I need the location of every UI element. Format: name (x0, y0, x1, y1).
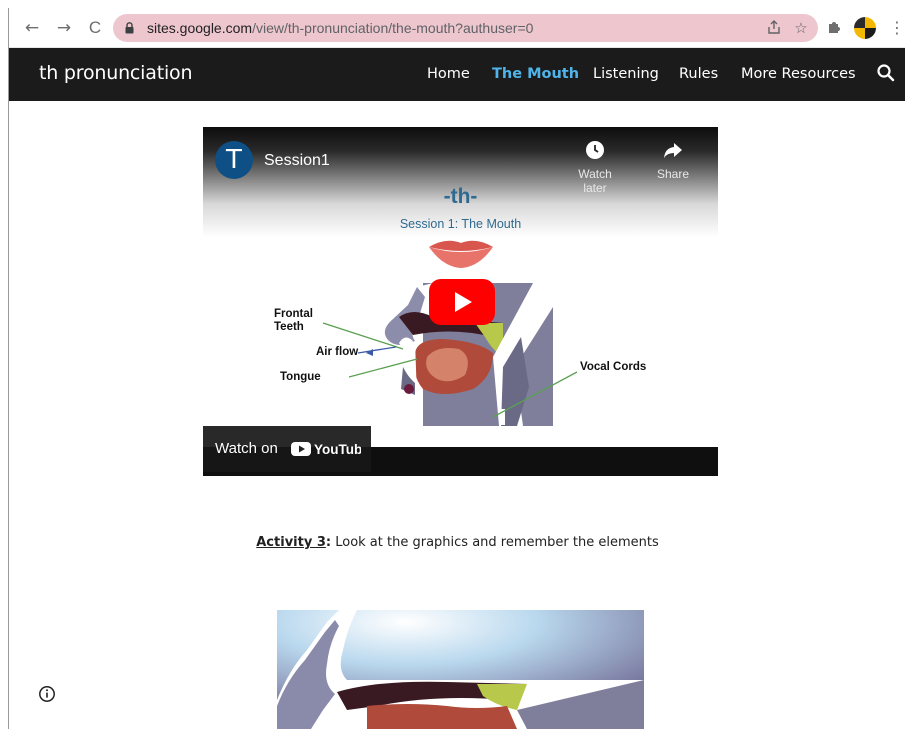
activity-instruction: Activity 3: Look at the graphics and rem… (9, 535, 905, 550)
watch-later-button[interactable]: Watch later (565, 139, 625, 195)
nav-the-mouth[interactable]: The Mouth (492, 66, 579, 82)
clock-icon (586, 141, 604, 159)
forward-button[interactable]: → (53, 17, 75, 39)
share-arrow-icon (664, 143, 682, 158)
label-air-flow: Air flow (316, 346, 359, 358)
youtube-embed[interactable]: Frontal Teeth Air flow Tongue Vocal Cords… (203, 127, 718, 476)
nav-rules[interactable]: Rules (679, 66, 718, 82)
mouth-graphic-image (277, 610, 644, 729)
watch-on-youtube-button[interactable]: Watch on YouTube (203, 426, 371, 472)
info-icon[interactable] (38, 685, 56, 703)
label-vocal-cords: Vocal Cords (580, 361, 647, 373)
label-frontal: Frontal (274, 308, 313, 320)
youtube-wordmark: YouTube (314, 442, 361, 457)
activity-text: Look at the graphics and remember the el… (331, 535, 659, 550)
browser-menu-icon[interactable]: ⋮ (889, 17, 905, 39)
play-button-icon[interactable] (429, 279, 495, 325)
extensions-puzzle-icon[interactable] (825, 19, 843, 37)
browser-toolbar: ← → C sites.google.com/view/th-pronuncia… (9, 8, 905, 48)
site-header: th pronunciation Home The Mouth Listenin… (9, 48, 905, 101)
watch-later-label: Watch later (578, 167, 612, 195)
site-title[interactable]: th pronunciation (39, 62, 193, 84)
address-bar[interactable]: sites.google.com/view/th-pronunciation/t… (113, 14, 818, 42)
share-button[interactable]: Share (643, 139, 703, 181)
search-icon[interactable] (875, 62, 897, 84)
share-label: Share (656, 167, 690, 181)
reload-button[interactable]: C (84, 17, 106, 39)
label-tongue: Tongue (280, 371, 321, 383)
lock-icon[interactable] (125, 22, 134, 34)
activity-3-link[interactable]: Activity 3 (256, 535, 326, 550)
url-host: sites.google.com (147, 20, 253, 36)
share-page-icon[interactable] (765, 19, 783, 37)
url-path: /view/th-pronunciation/the-mouth?authuse… (252, 20, 534, 36)
slide-subtitle: Session 1: The Mouth (399, 217, 522, 231)
nav-more-resources[interactable]: More Resources (741, 66, 856, 82)
slide-heading: -th- (443, 185, 478, 208)
bookmark-star-icon[interactable]: ☆ (792, 19, 810, 37)
url-text[interactable]: sites.google.com/view/th-pronunciation/t… (147, 20, 533, 36)
label-teeth: Teeth (274, 321, 304, 333)
youtube-logo-icon: YouTube (291, 442, 361, 457)
back-button[interactable]: ← (21, 17, 43, 39)
video-title[interactable]: Session1 (264, 152, 330, 170)
profile-avatar[interactable] (854, 17, 876, 39)
watch-on-label: Watch on (215, 440, 278, 457)
channel-avatar[interactable]: T (215, 141, 253, 179)
lips-graphic (429, 240, 493, 268)
browser-window: ← → C sites.google.com/view/th-pronuncia… (8, 8, 905, 729)
nav-listening[interactable]: Listening (593, 66, 659, 82)
nav-home[interactable]: Home (427, 66, 470, 82)
label-frontal-teeth: Frontal Teeth (274, 308, 313, 334)
